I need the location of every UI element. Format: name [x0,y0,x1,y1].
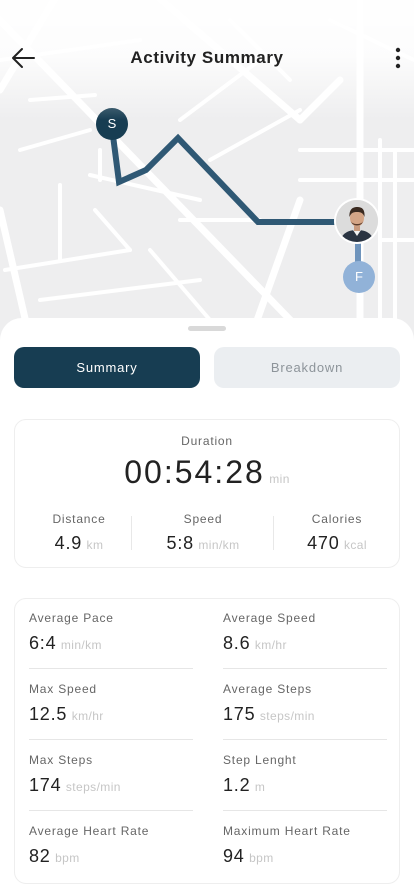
more-vertical-icon [395,47,401,69]
stat-label: Speed [183,512,223,526]
metrics-card: Average Pace 6:4 min/km Average Speed 8.… [14,598,400,884]
user-avatar[interactable] [336,200,378,242]
metric-average-steps: Average Steps 175 steps/min [223,670,387,740]
summary-sheet: Summary Breakdown Duration 00:54:28 min … [0,318,414,896]
stat-label: Calories [311,512,363,526]
metric-unit: km/hr [71,709,104,723]
duration-row: 00:54:28 min [15,454,399,491]
metric-value: 82 [29,846,51,866]
metric-divider [29,668,193,669]
metric-unit: bpm [55,851,80,865]
stat-calories: Calories 470 kcal [273,512,401,554]
metric-label: Maximum Heart Rate [223,824,351,838]
metric-divider [29,739,193,740]
duration-card: Duration 00:54:28 min Distance 4.9 km Sp… [14,419,400,568]
metric-label: Average Heart Rate [29,824,150,838]
stat-value: 470 [307,533,340,553]
metric-average-speed: Average Speed 8.6 km/hr [223,599,387,669]
metric-divider [223,739,387,740]
tab-breakdown[interactable]: Breakdown [214,347,400,388]
metric-label: Average Pace [29,611,114,625]
page-title: Activity Summary [130,48,284,67]
metric-maximum-heart-rate: Maximum Heart Rate 94 bpm [223,812,387,882]
tab-summary[interactable]: Summary [14,347,200,388]
metric-average-heart-rate: Average Heart Rate 82 bpm [29,812,193,882]
metric-value: 12.5 [29,704,68,724]
metric-value: 175 [223,704,256,724]
stat-divider [131,516,132,550]
stat-speed: Speed 5:8 min/km [139,512,267,554]
stat-unit: km [86,538,104,552]
metric-unit: bpm [249,851,274,865]
metric-value: 8.6 [223,633,251,653]
stat-label: Distance [52,512,106,526]
metric-unit: steps/min [259,709,315,723]
metric-value: 94 [223,846,245,866]
sheet-drag-handle[interactable] [188,326,226,331]
user-avatar-icon [336,200,378,242]
metric-divider [29,810,193,811]
duration-value: 00:54:28 [124,454,265,490]
metric-average-pace: Average Pace 6:4 min/km [29,599,193,669]
stat-value: 4.9 [54,533,83,553]
metric-unit: steps/min [65,780,121,794]
metric-label: Step Lenght [223,753,297,767]
metric-unit: m [254,780,266,794]
metric-label: Average Speed [223,611,316,625]
duration-unit: min [269,472,290,486]
metric-step-length: Step Lenght 1.2 m [223,741,387,811]
stat-unit: kcal [343,538,367,552]
metric-divider [223,668,387,669]
stat-value: 5:8 [166,533,194,553]
duration-label: Duration [181,434,233,448]
metric-unit: min/km [60,638,102,652]
stat-distance: Distance 4.9 km [15,512,143,554]
metric-value: 6:4 [29,633,57,653]
metric-value: 174 [29,775,62,795]
more-options-button[interactable] [390,44,406,72]
stat-unit: min/km [198,538,240,552]
finish-marker[interactable]: F [343,261,375,293]
top-bar: Activity Summary [0,0,414,120]
metric-label: Max Steps [29,753,93,767]
metric-value: 1.2 [223,775,251,795]
metric-max-steps: Max Steps 174 steps/min [29,741,193,811]
metric-divider [223,810,387,811]
metric-label: Max Speed [29,682,97,696]
metric-unit: km/hr [254,638,287,652]
metric-max-speed: Max Speed 12.5 km/hr [29,670,193,740]
metric-label: Average Steps [223,682,312,696]
